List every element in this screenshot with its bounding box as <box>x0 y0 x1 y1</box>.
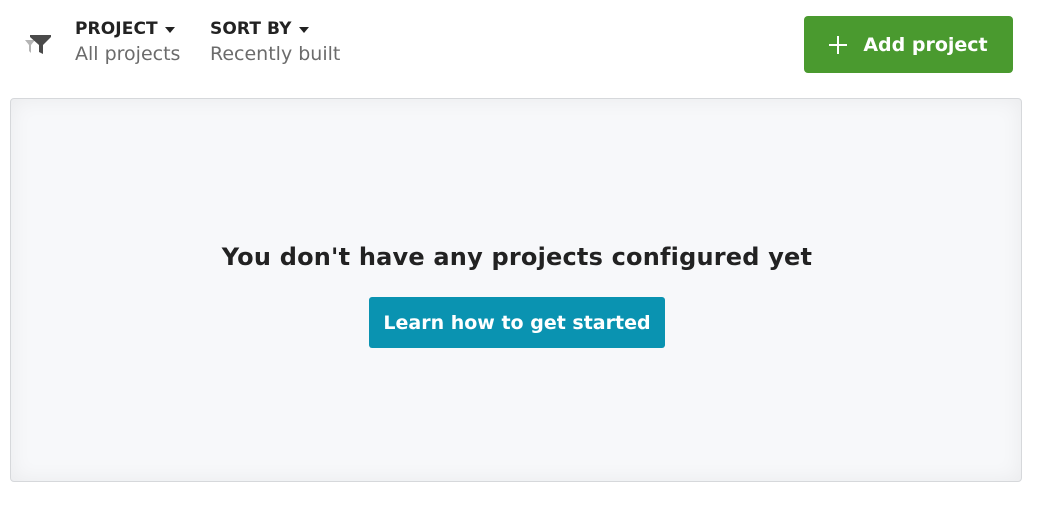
sort-by-label-text: SORT BY <box>210 19 292 39</box>
project-filter-dropdown[interactable]: PROJECT All projects <box>75 18 180 68</box>
sort-by-dropdown[interactable]: SORT BY Recently built <box>210 18 340 68</box>
sort-by-value: Recently built <box>210 43 341 65</box>
empty-state-message: You don't have any projects configured y… <box>221 243 813 271</box>
project-filter-value: All projects <box>75 43 181 65</box>
toolbar: PROJECT All projects SORT BY Recently bu… <box>0 0 1052 90</box>
plus-icon <box>829 35 848 54</box>
caret-down-icon <box>164 27 175 33</box>
caret-down-icon <box>298 27 309 33</box>
sort-by-label: SORT BY <box>210 18 340 40</box>
add-project-button[interactable]: Add project <box>804 16 1013 73</box>
learn-how-button[interactable]: Learn how to get started <box>369 297 665 348</box>
project-filter-label: PROJECT <box>75 18 180 40</box>
project-filter-label-text: PROJECT <box>75 19 158 39</box>
add-project-label: Add project <box>863 33 988 56</box>
empty-state-panel: You don't have any projects configured y… <box>10 98 1022 482</box>
filter-icon <box>24 32 52 56</box>
